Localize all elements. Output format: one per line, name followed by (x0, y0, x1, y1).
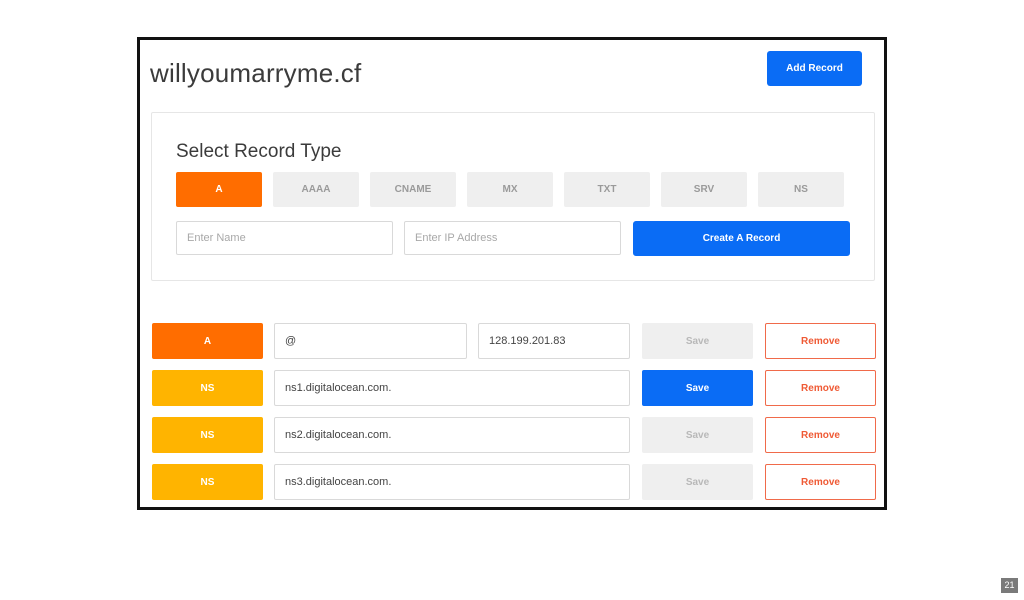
remove-button[interactable]: Remove (765, 417, 876, 453)
record-type-badge[interactable]: NS (152, 370, 263, 406)
type-button-aaaa[interactable]: AAAA (273, 172, 359, 207)
type-button-ns[interactable]: NS (758, 172, 844, 207)
record-type-badge[interactable]: NS (152, 464, 263, 500)
type-button-mx[interactable]: MX (467, 172, 553, 207)
type-button-srv[interactable]: SRV (661, 172, 747, 207)
type-button-a[interactable]: A (176, 172, 262, 207)
record-type-badge[interactable]: A (152, 323, 263, 359)
record-row: A Save Remove (152, 323, 876, 359)
add-record-button[interactable]: Add Record (767, 51, 862, 86)
record-row: NS Save Remove (152, 417, 876, 453)
create-record-button[interactable]: Create A Record (633, 221, 850, 256)
save-button[interactable]: Save (642, 464, 753, 500)
slide-number: 21 (1001, 578, 1018, 593)
panel-title: Select Record Type (176, 141, 342, 162)
record-type-panel: Select Record Type A AAAA CNAME MX TXT S… (151, 112, 875, 281)
type-button-txt[interactable]: TXT (564, 172, 650, 207)
record-row: NS Save Remove (152, 370, 876, 406)
record-value-field[interactable] (478, 323, 630, 359)
remove-button[interactable]: Remove (765, 323, 876, 359)
type-button-cname[interactable]: CNAME (370, 172, 456, 207)
remove-button[interactable]: Remove (765, 370, 876, 406)
record-row: NS Save Remove (152, 464, 876, 500)
record-value-field[interactable] (274, 464, 630, 500)
save-button[interactable]: Save (642, 370, 753, 406)
domain-title: willyoumarryme.cf (150, 58, 362, 88)
record-name-field[interactable] (274, 323, 467, 359)
record-value-field[interactable] (274, 370, 630, 406)
record-type-badge[interactable]: NS (152, 417, 263, 453)
save-button[interactable]: Save (642, 323, 753, 359)
app-frame: willyoumarryme.cf Add Record Select Reco… (137, 37, 887, 510)
save-button[interactable]: Save (642, 417, 753, 453)
ip-address-input[interactable] (404, 221, 621, 255)
name-input[interactable] (176, 221, 393, 255)
remove-button[interactable]: Remove (765, 464, 876, 500)
record-value-field[interactable] (274, 417, 630, 453)
record-type-selector: A AAAA CNAME MX TXT SRV NS (176, 172, 855, 207)
